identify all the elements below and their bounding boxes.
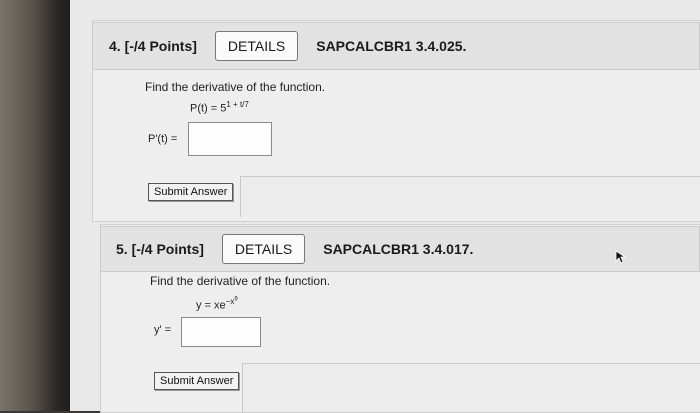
answer-label: y' =	[154, 324, 172, 336]
function-equation: P(t) = 51 + t/7	[190, 100, 249, 115]
question-4-header: 4. [-/4 Points] DETAILS SAPCALCBR1 3.4.0…	[92, 22, 700, 70]
equation-base: y = xe	[196, 299, 226, 312]
submit-answer-button[interactable]: Submit Answer	[148, 183, 234, 201]
answer-feedback-area	[242, 363, 700, 412]
question-5-title: 5. [-/4 Points]	[116, 241, 204, 257]
webassign-page: 4. [-/4 Points] DETAILS SAPCALCBR1 3.4.0…	[70, 0, 700, 413]
answer-feedback-area	[240, 176, 700, 217]
function-equation: y = xe−x9	[196, 296, 238, 311]
details-button[interactable]: DETAILS	[214, 31, 299, 61]
submit-answer-button[interactable]: Submit Answer	[154, 372, 240, 390]
question-prompt: Find the derivative of the function.	[150, 274, 331, 288]
equation-base: P(t) = 5	[190, 102, 227, 115]
question-points: [-/4 Points]	[131, 241, 204, 257]
question-5-header: 5. [-/4 Points] DETAILS SAPCALCBR1 3.4.0…	[100, 226, 700, 272]
question-prompt: Find the derivative of the function.	[145, 80, 326, 94]
question-number: 4.	[109, 38, 121, 54]
question-points: [-/4 Points]	[124, 38, 197, 54]
device-bezel	[0, 0, 70, 411]
question-code: SAPCALCBR1 3.4.017.	[323, 241, 474, 257]
answer-input[interactable]	[188, 122, 272, 156]
answer-label: P'(t) =	[148, 133, 178, 145]
question-4-title: 4. [-/4 Points]	[109, 38, 197, 54]
question-code: SAPCALCBR1 3.4.025.	[316, 38, 467, 54]
details-button[interactable]: DETAILS	[221, 234, 306, 264]
equation-exponent-power: 9	[234, 296, 238, 302]
question-number: 5.	[116, 241, 128, 257]
answer-input[interactable]	[181, 317, 261, 347]
mouse-cursor-icon	[615, 250, 627, 264]
equation-exponent: 1 + t/7	[226, 100, 249, 109]
